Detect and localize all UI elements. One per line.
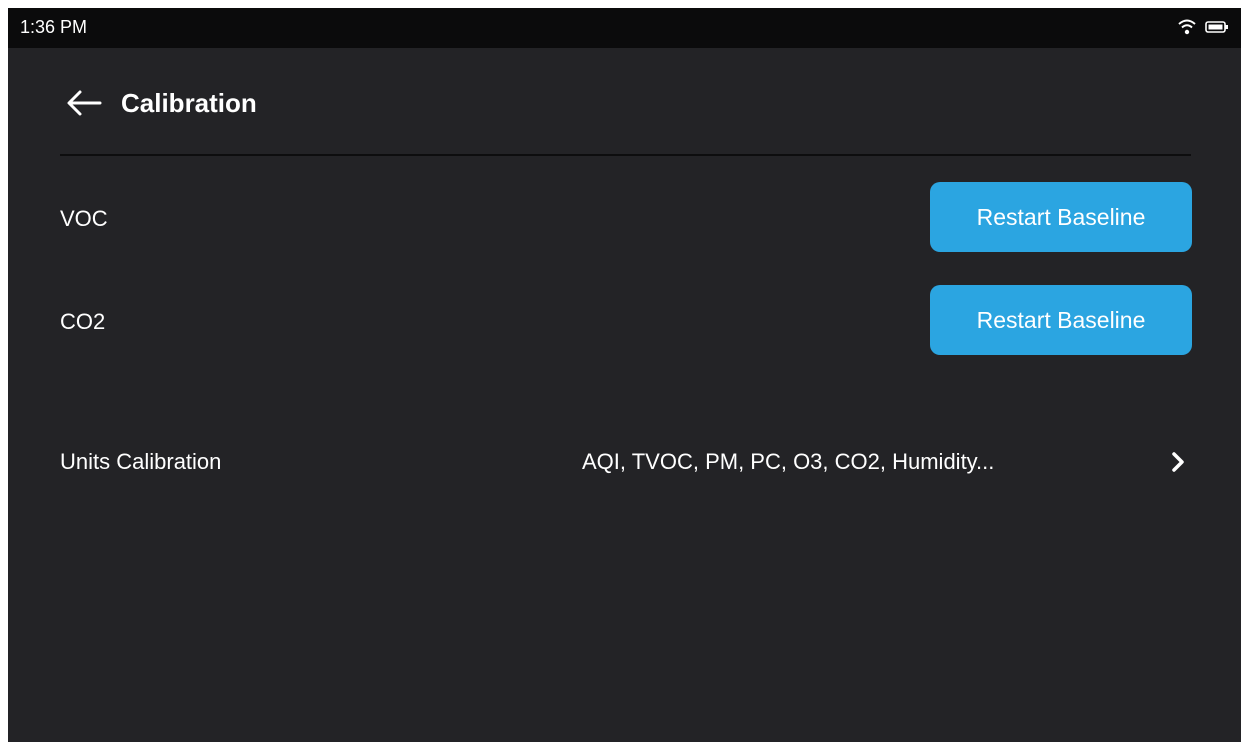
header-divider — [60, 154, 1191, 156]
status-bar: 1:36 PM — [8, 8, 1241, 48]
units-calibration-row[interactable]: Units Calibration AQI, TVOC, PM, PC, O3,… — [8, 426, 1241, 498]
page-title: Calibration — [121, 88, 257, 118]
back-button[interactable] — [64, 88, 104, 118]
device-screen: 1:36 PM Calibration VOC Restart Baseline… — [8, 8, 1241, 742]
voc-label: VOC — [60, 206, 108, 231]
status-icons — [1177, 18, 1229, 41]
voc-restart-baseline-button[interactable]: Restart Baseline — [930, 182, 1192, 252]
units-calibration-value: AQI, TVOC, PM, PC, O3, CO2, Humidity... — [582, 449, 995, 474]
co2-label: CO2 — [60, 309, 106, 334]
status-time: 1:36 PM — [20, 17, 88, 37]
battery-icon — [1205, 20, 1229, 39]
chevron-right-icon — [1168, 451, 1188, 473]
wifi-icon — [1177, 18, 1197, 41]
co2-restart-baseline-button[interactable]: Restart Baseline — [930, 285, 1192, 355]
page-header: Calibration — [8, 48, 1241, 156]
arrow-left-icon — [64, 90, 104, 122]
units-calibration-label: Units Calibration — [60, 449, 222, 474]
